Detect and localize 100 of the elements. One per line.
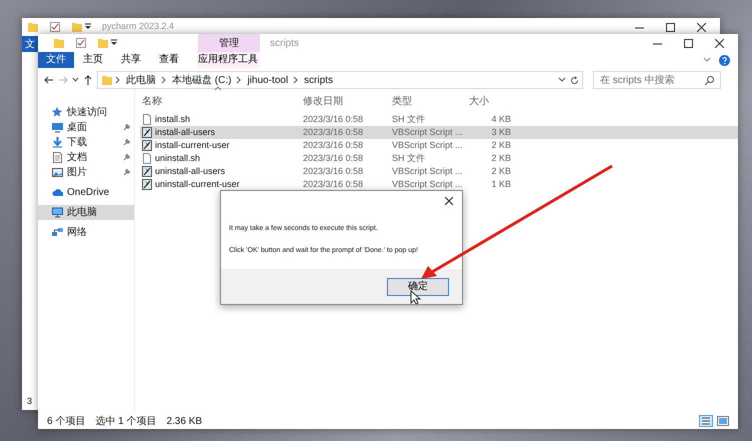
breadcrumb-link[interactable]: 本地磁盘 (C:) [170, 72, 234, 88]
dropdown-caret-icon[interactable] [84, 23, 92, 31]
ribbon-tab[interactable]: 查看 [150, 52, 188, 68]
column-header[interactable]: 修改日期 [303, 94, 392, 108]
chevron-right-icon[interactable] [293, 76, 300, 84]
dropdown-caret-icon[interactable] [110, 39, 118, 47]
table-cell-text: 2023/3/16 0:58 [303, 112, 364, 126]
column-header[interactable]: 大小 [467, 94, 507, 108]
window-title: scripts [270, 36, 299, 50]
table-cell-text: SH 文件 [392, 112, 426, 126]
sort-caret-icon [214, 86, 222, 91]
search-field[interactable]: 在 scripts 中搜索 [593, 71, 721, 89]
dropdown-caret-icon[interactable] [72, 77, 79, 83]
table-cell-text: 1 KB [490, 178, 511, 191]
close-icon[interactable] [445, 197, 453, 205]
table-cell-text: 2 KB [490, 164, 511, 178]
sidebar-item-label: 下载 [67, 136, 87, 150]
context-tab-label: 管理 [198, 34, 260, 52]
sidebar-item[interactable]: 桌面 [38, 120, 134, 135]
back-arrow-icon[interactable] [44, 75, 54, 85]
sidebar-item-label: 图片 [67, 166, 87, 180]
breadcrumb-link[interactable]: scripts [302, 72, 335, 88]
script-file-icon [142, 179, 152, 190]
status-text: 选中 1 个项目 [95, 414, 156, 428]
sidebar-item-label: 快速访问 [67, 106, 107, 120]
chevron-right-icon[interactable] [115, 76, 121, 84]
thumbnail-view-icon[interactable] [717, 416, 729, 426]
script-file-icon [142, 140, 152, 151]
script-file-icon [142, 166, 152, 177]
help-icon[interactable] [719, 54, 730, 66]
desktop-icon [52, 122, 63, 133]
blank-file-icon [142, 153, 152, 164]
dropdown-caret-icon[interactable] [558, 77, 566, 83]
file-name: uninstall.sh [155, 152, 200, 165]
ribbon-tab[interactable]: 文 [22, 36, 38, 52]
table-cell-text: 2023/3/16 0:58 [303, 126, 364, 139]
sidebar-item[interactable]: 文档 [38, 150, 134, 165]
checklist-icon[interactable] [50, 22, 60, 32]
close-icon[interactable] [715, 38, 724, 48]
pin-icon[interactable] [123, 124, 130, 131]
window-title: pycharm 2023.2.4 [102, 20, 174, 34]
file-row[interactable]: uninstall-all-users 2023/3/16 0:58 VBScript Script ... 2 KB [140, 165, 738, 178]
refresh-icon[interactable] [570, 76, 579, 84]
pin-icon[interactable] [123, 139, 130, 146]
sidebar-item[interactable]: 网络 [38, 225, 134, 240]
address-bar[interactable]: 此电脑 本地磁盘 (C:) jihuo-tool scripts [97, 71, 583, 89]
ok-button[interactable]: 确定 [387, 278, 449, 296]
chevron-right-icon[interactable] [161, 76, 167, 84]
ribbon-tab[interactable]: 应用程序工具 [197, 52, 259, 68]
table-cell-text: VBScript Script ... [392, 126, 464, 139]
up-arrow-icon[interactable] [83, 75, 93, 85]
status-text: 6 个项目 [47, 414, 86, 428]
file-row[interactable]: uninstall-current-user 2023/3/16 0:58 VBScript Script ... 1 KB [140, 178, 738, 191]
folder-icon [102, 74, 112, 86]
file-name: install-all-users [155, 126, 216, 139]
table-cell-text: 3 KB [490, 126, 511, 139]
ribbon-tab[interactable]: 文件 [38, 52, 74, 68]
search-icon[interactable] [705, 76, 714, 85]
table-cell-text: 2023/3/16 0:58 [303, 152, 364, 165]
file-row[interactable]: install-all-users 2023/3/16 0:58 VBScript Script ... 3 KB [140, 126, 738, 139]
sidebar-item[interactable]: OneDrive [38, 185, 134, 200]
table-cell-text: SH 文件 [392, 152, 426, 165]
file-name: install-current-user [155, 138, 230, 152]
sidebar-item[interactable]: 图片 [38, 165, 134, 180]
details-view-icon[interactable] [699, 415, 713, 427]
pin-icon[interactable] [123, 169, 130, 176]
table-cell-text: VBScript Script ... [392, 164, 464, 178]
file-name: uninstall-all-users [155, 164, 226, 178]
file-name: install.sh [155, 112, 190, 126]
status-text: 3 [27, 394, 32, 408]
network-icon [52, 227, 63, 238]
sidebar-item[interactable]: 下载 [38, 135, 134, 150]
chevron-down-icon[interactable] [703, 57, 711, 63]
column-header[interactable]: 类型 [392, 94, 467, 108]
sidebar-item-label: 此电脑 [67, 206, 97, 220]
blank-file-icon [142, 114, 152, 125]
checklist-icon[interactable] [76, 38, 86, 48]
file-row[interactable]: install-current-user 2023/3/16 0:58 VBScript Script ... 2 KB [140, 139, 738, 152]
table-cell-text: VBScript Script ... [392, 178, 464, 191]
script-file-icon [142, 127, 152, 138]
table-cell-text: 2023/3/16 0:58 [303, 178, 364, 191]
column-header[interactable]: 名称 [140, 94, 303, 108]
picture-icon [52, 167, 63, 178]
sidebar-item[interactable]: 此电脑 [38, 205, 134, 220]
breadcrumb-link[interactable]: 此电脑 [124, 72, 158, 88]
pin-icon[interactable] [123, 154, 130, 161]
ribbon-tab[interactable]: 共享 [112, 52, 150, 68]
breadcrumb-link[interactable]: jihuo-tool [245, 72, 290, 88]
download-arrow-icon [52, 137, 63, 148]
document-icon [52, 152, 63, 163]
ribbon-tab[interactable]: 主页 [74, 52, 112, 68]
sidebar-item[interactable]: 快速访问 [38, 105, 134, 120]
chevron-right-icon[interactable] [236, 76, 242, 84]
table-cell-text: 2 KB [490, 138, 511, 152]
file-row[interactable]: uninstall.sh 2023/3/16 0:58 SH 文件 2 KB [140, 152, 738, 165]
file-row[interactable]: install.sh 2023/3/16 0:58 SH 文件 4 KB [140, 113, 738, 126]
status-text: 2.36 KB [166, 414, 202, 428]
close-icon[interactable] [697, 22, 706, 32]
sidebar-item-label: 文档 [67, 150, 87, 165]
cloud-icon [52, 187, 63, 198]
